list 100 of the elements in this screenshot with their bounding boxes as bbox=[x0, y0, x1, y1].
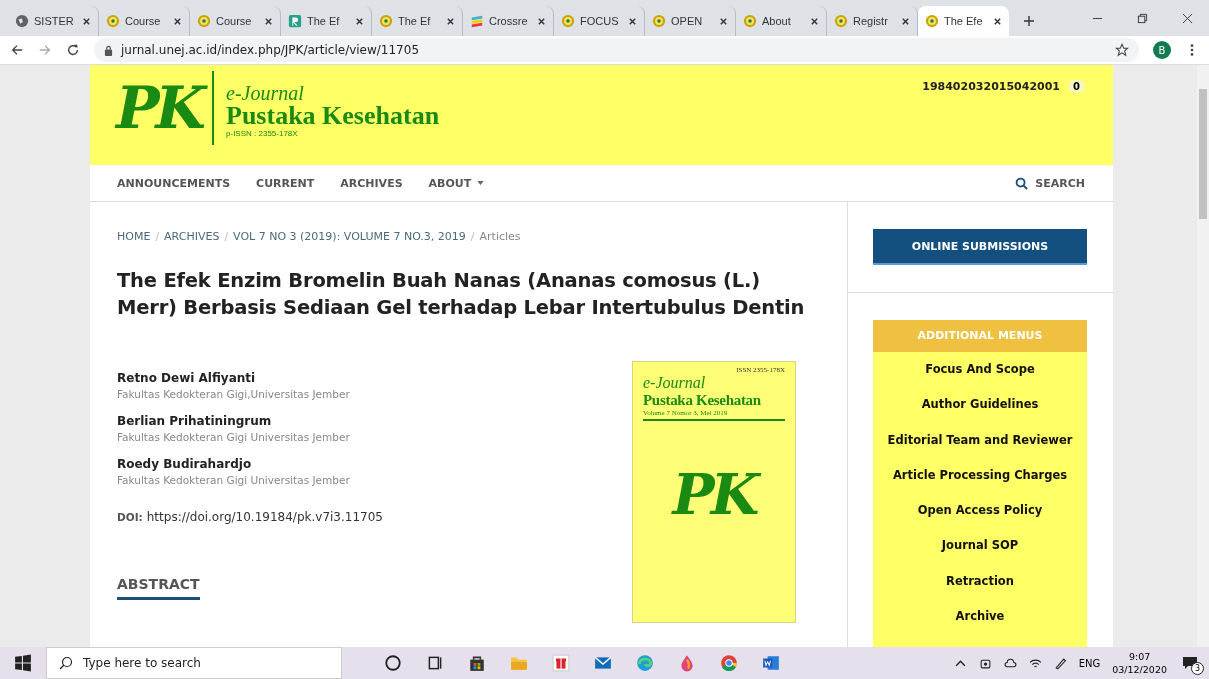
article-title: The Efek Enzim Bromelin Buah Nanas (Ananas comosus (L.) Merr) Berbasis Sediaan Gel terhadap Lebar Intertubulus Dentin bbox=[117, 268, 806, 321]
menu-link[interactable]: Focus And Scope bbox=[925, 352, 1035, 388]
journal-subtitle: e-Journal bbox=[226, 83, 305, 103]
menu-link[interactable]: Journal SOP bbox=[941, 528, 1019, 564]
nav-link[interactable]: CURRENT bbox=[256, 176, 315, 190]
menu-link[interactable]: Archive bbox=[955, 599, 1005, 635]
cortana-circle-icon[interactable] bbox=[384, 654, 402, 672]
seal-icon bbox=[834, 14, 848, 28]
tab-title: The Efe bbox=[944, 15, 984, 27]
task-view-icon[interactable] bbox=[426, 654, 444, 672]
nav-link[interactable]: ARCHIVES bbox=[340, 176, 403, 190]
taskbar-search-field[interactable]: Type here to search bbox=[46, 647, 342, 679]
menu-link[interactable]: Retraction bbox=[946, 563, 1014, 600]
menu-link[interactable]: Editorial Team and Reviewer bbox=[887, 422, 1073, 458]
tab-title: Registr bbox=[853, 15, 889, 27]
nav-link[interactable]: ABOUT bbox=[428, 176, 485, 190]
square-logo-icon bbox=[288, 14, 302, 28]
author-affiliation: Fakultas Kedokteran Gigi Universitas Jember bbox=[117, 431, 351, 443]
cloud-icon[interactable] bbox=[1003, 656, 1017, 670]
breadcrumb-link[interactable]: ARCHIVES bbox=[164, 230, 220, 243]
search-icon bbox=[1015, 176, 1029, 190]
address-bar[interactable]: jurnal.unej.ac.id/index.php/JPK/article/view/11705 bbox=[94, 38, 1139, 62]
cover-subtitle: e-Journal bbox=[643, 374, 707, 392]
seal-icon bbox=[925, 14, 939, 28]
breadcrumb-separator: / bbox=[155, 230, 160, 243]
tab-title: About bbox=[762, 15, 792, 27]
pen-icon[interactable] bbox=[1053, 656, 1067, 670]
menu-heading: ADDITIONAL MENUS bbox=[873, 320, 1087, 352]
breadcrumb-link[interactable]: HOME bbox=[117, 230, 151, 243]
caret-icon bbox=[477, 181, 485, 185]
menu-link[interactable]: Open Access Policy bbox=[917, 493, 1043, 529]
wifi-icon[interactable] bbox=[1028, 656, 1042, 670]
new-tab-icon[interactable] bbox=[1023, 15, 1035, 27]
breadcrumb-separator: / bbox=[470, 230, 475, 243]
nav-link[interactable]: ANNOUNCEMENTS bbox=[117, 176, 231, 190]
close-icon[interactable] bbox=[993, 16, 1002, 26]
gift-icon[interactable] bbox=[552, 654, 570, 672]
journal-name: Pustaka Kesehatan bbox=[226, 103, 440, 129]
restore-icon[interactable] bbox=[1137, 13, 1148, 24]
author-name: Berlian Prihatiningrum bbox=[117, 414, 273, 428]
journal-logo[interactable]: PK bbox=[116, 71, 215, 145]
author-affiliation: Fakultas Kedokteran Gigi Universitas Jember bbox=[117, 474, 351, 486]
tab-title: Course bbox=[216, 15, 253, 27]
seal-icon bbox=[743, 14, 757, 28]
close-icon[interactable] bbox=[355, 16, 364, 26]
close-icon[interactable] bbox=[82, 16, 91, 26]
word-document-icon[interactable] bbox=[762, 654, 780, 672]
chrome-browser-icon[interactable] bbox=[720, 654, 738, 672]
issn-text: p-ISSN : 2355-178X bbox=[226, 129, 299, 138]
tab-title: FOCUS bbox=[580, 15, 620, 27]
close-icon[interactable] bbox=[264, 16, 273, 26]
tab-title: SISTER bbox=[34, 15, 75, 27]
url-text: jurnal.unej.ac.id/index.php/JPK/article/view/11705 bbox=[121, 43, 420, 57]
doi-link[interactable]: https://doi.org/10.19184/pk.v7i3.11705 bbox=[146, 510, 383, 524]
breadcrumb-link[interactable]: VOL 7 NO 3 (2019): VOLUME 7 NO.3, 2019 bbox=[233, 230, 466, 243]
online-submissions-button[interactable]: ONLINE SUBMISSIONS bbox=[873, 229, 1087, 265]
clock-date[interactable]: 03/12/2020 bbox=[1112, 663, 1167, 676]
globe-icon bbox=[15, 14, 29, 28]
reload-icon[interactable] bbox=[66, 43, 80, 57]
seal-icon bbox=[106, 14, 120, 28]
close-icon[interactable] bbox=[537, 16, 546, 26]
close-icon[interactable] bbox=[901, 16, 910, 26]
author-name: Roedy Budirahardjo bbox=[117, 457, 253, 471]
username-link[interactable]: 198402032015042001 bbox=[922, 79, 1061, 93]
seal-icon bbox=[379, 14, 393, 28]
lock-icon bbox=[104, 44, 113, 56]
windows-logo-icon[interactable] bbox=[14, 654, 32, 672]
scrollbar[interactable] bbox=[1197, 65, 1209, 647]
doi-label: DOI: bbox=[117, 511, 143, 523]
close-icon[interactable] bbox=[446, 16, 455, 26]
clock-time[interactable]: 9:07 bbox=[1128, 650, 1151, 663]
menu-link[interactable]: Article Processing Charges bbox=[892, 457, 1068, 494]
author-name: Retno Dewi Alfiyanti bbox=[117, 371, 257, 385]
star-icon[interactable] bbox=[1115, 43, 1129, 57]
close-icon[interactable] bbox=[173, 16, 182, 26]
cover-logo: PK bbox=[672, 461, 756, 527]
shopping-bag-icon[interactable] bbox=[468, 654, 486, 672]
tab-title: Course bbox=[125, 15, 162, 27]
author-affiliation: Fakultas Kedokteran Gigi,Universitas Jember bbox=[117, 388, 351, 400]
close-icon[interactable] bbox=[810, 16, 819, 26]
language-indicator[interactable]: ENG bbox=[1078, 657, 1101, 669]
seal-icon bbox=[197, 14, 211, 28]
menu-link[interactable]: Author Guidelines bbox=[921, 387, 1039, 423]
search-link[interactable]: SEARCH bbox=[1015, 176, 1085, 190]
drop-icon[interactable] bbox=[678, 654, 696, 672]
close-icon[interactable] bbox=[719, 16, 728, 26]
mail-icon[interactable] bbox=[594, 654, 612, 672]
profile-avatar[interactable]: B bbox=[1153, 41, 1171, 59]
notification-count: 0 bbox=[1068, 79, 1085, 93]
abstract-heading: ABSTRACT bbox=[117, 576, 200, 600]
search-icon bbox=[59, 656, 73, 670]
back-arrow-icon[interactable] bbox=[10, 43, 24, 57]
stripes-icon bbox=[470, 14, 484, 28]
tab-title: OPEN bbox=[671, 15, 704, 27]
browser-tab[interactable]: The Efe bbox=[918, 6, 1009, 36]
notification-button[interactable]: 3 bbox=[1179, 652, 1201, 674]
tab-title: The Ef bbox=[307, 15, 341, 27]
close-icon[interactable] bbox=[628, 16, 637, 26]
close-icon[interactable] bbox=[1182, 13, 1193, 24]
tab-title: The Ef bbox=[398, 15, 432, 27]
